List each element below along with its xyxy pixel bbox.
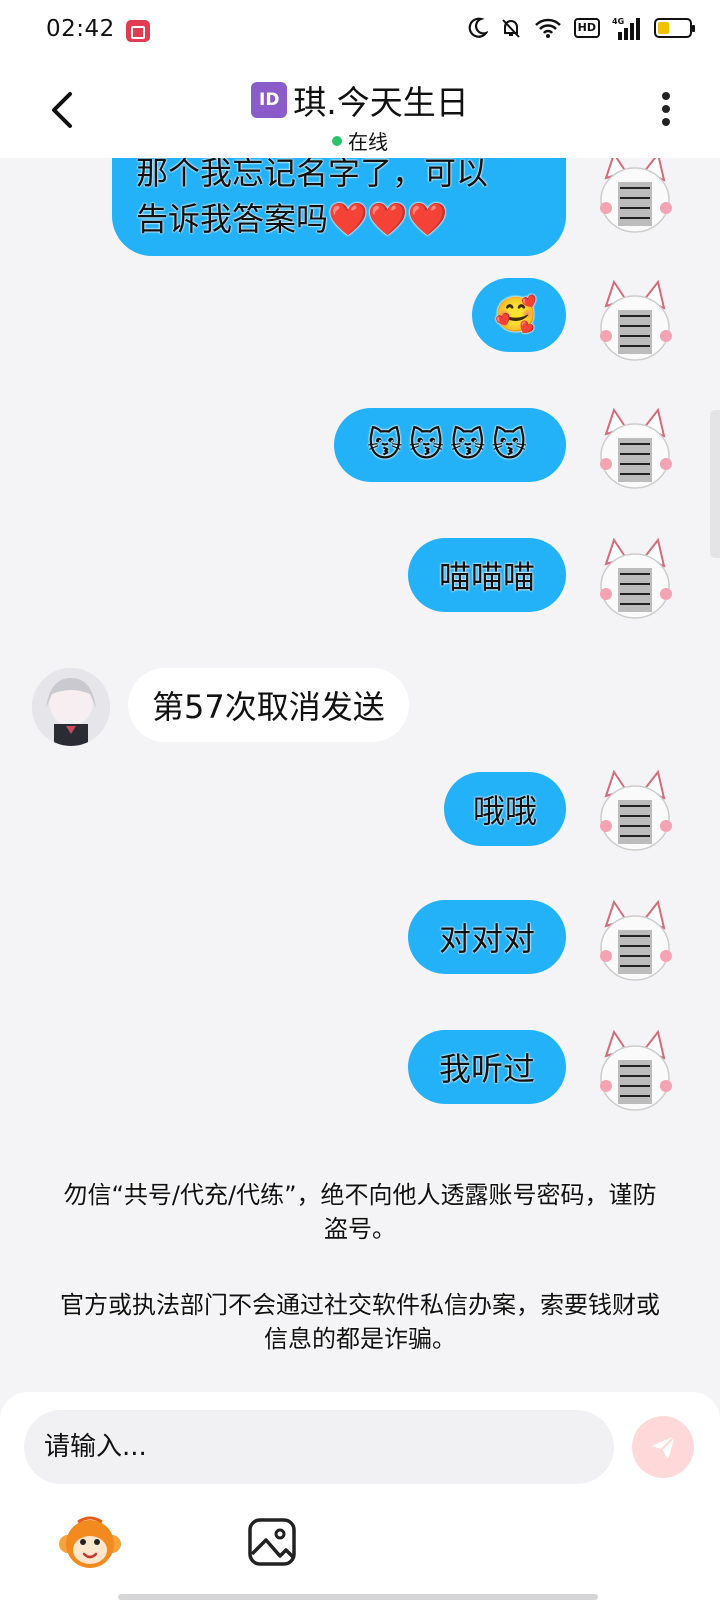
chat-header: ID 琪.今天生日 在线 [0, 62, 720, 158]
fraud-notice: 官方或执法部门不会通过社交软件私信办案，索要钱财或信息的都是诈骗。 [60, 1291, 660, 1353]
message-bubble-sent[interactable]: 那个我忘记名字了，可以 告诉我答案吗❤️❤️❤️ [112, 158, 566, 256]
chat-messages[interactable]: 那个我忘记名字了，可以 告诉我答案吗❤️❤️❤️ 🥰 😽😽😽😽 喵喵喵 第57次… [0, 158, 720, 1388]
message-bubble-sent[interactable]: 对对对 [408, 900, 566, 974]
message-text: 告诉我答案吗❤️❤️❤️ [136, 200, 448, 238]
send-button[interactable] [632, 1416, 694, 1478]
message-input[interactable] [24, 1410, 614, 1484]
monkey-emoji-icon[interactable] [58, 1510, 122, 1574]
status-time: 02:42 [46, 16, 115, 42]
contact-avatar[interactable] [32, 668, 110, 746]
message-bubble-sent[interactable]: 哦哦 [444, 772, 566, 846]
signal-icon: 4G [612, 17, 640, 40]
message-bubble-sent[interactable]: 喵喵喵 [408, 538, 566, 612]
my-avatar[interactable] [586, 766, 684, 864]
my-avatar[interactable] [586, 404, 684, 502]
scrollbar[interactable] [710, 410, 720, 558]
security-notice: 勿信“共号/代充/代练”，绝不向他人透露账号密码，谨防盗号。 [63, 1181, 657, 1243]
status-bar: 02:42 HD 4G [0, 0, 720, 62]
wifi-icon [534, 18, 561, 38]
message-text: 对对对 [438, 920, 535, 958]
message-text: 🥰 [494, 295, 544, 335]
contact-name: 琪.今天生日 [293, 83, 469, 122]
image-gallery-icon[interactable] [240, 1510, 304, 1574]
chat-title: ID 琪.今天生日 [251, 76, 469, 124]
more-options-icon[interactable] [660, 92, 672, 132]
moon-icon [468, 17, 488, 38]
my-avatar[interactable] [586, 896, 684, 994]
my-avatar[interactable] [586, 534, 684, 632]
online-status: 在线 [332, 126, 388, 155]
svg-text:4G: 4G [612, 17, 624, 26]
message-bubble-received[interactable]: 第57次取消发送 [128, 668, 409, 742]
home-indicator [118, 1594, 598, 1600]
battery-icon [654, 18, 695, 38]
my-avatar[interactable] [586, 158, 684, 246]
message-text: 那个我忘记名字了，可以 [136, 158, 489, 192]
chat-title-area: ID 琪.今天生日 在线 [0, 76, 720, 155]
online-status-label: 在线 [348, 130, 388, 154]
mute-bell-icon [501, 19, 520, 38]
hd-icon: HD [573, 18, 600, 38]
message-text: 我听过 [438, 1050, 535, 1088]
message-text: 😽😽😽😽 [367, 425, 533, 465]
message-bubble-sent[interactable]: 😽😽😽😽 [334, 408, 566, 482]
id-badge-icon: ID [251, 82, 288, 118]
message-bubble-sent[interactable]: 🥰 [472, 278, 566, 352]
status-icons: HD 4G [468, 16, 695, 40]
message-text: 第57次取消发送 [152, 688, 385, 726]
contact-avatar-image [32, 668, 110, 746]
my-avatar[interactable] [586, 1026, 684, 1124]
message-text: 哦哦 [472, 792, 537, 830]
my-avatar[interactable] [586, 276, 684, 374]
recording-icon [126, 20, 150, 42]
message-input-area [0, 1392, 720, 1600]
online-dot-icon [332, 135, 342, 146]
message-text: 喵喵喵 [438, 558, 535, 596]
send-icon [651, 1435, 676, 1459]
message-bubble-sent[interactable]: 我听过 [408, 1030, 566, 1104]
